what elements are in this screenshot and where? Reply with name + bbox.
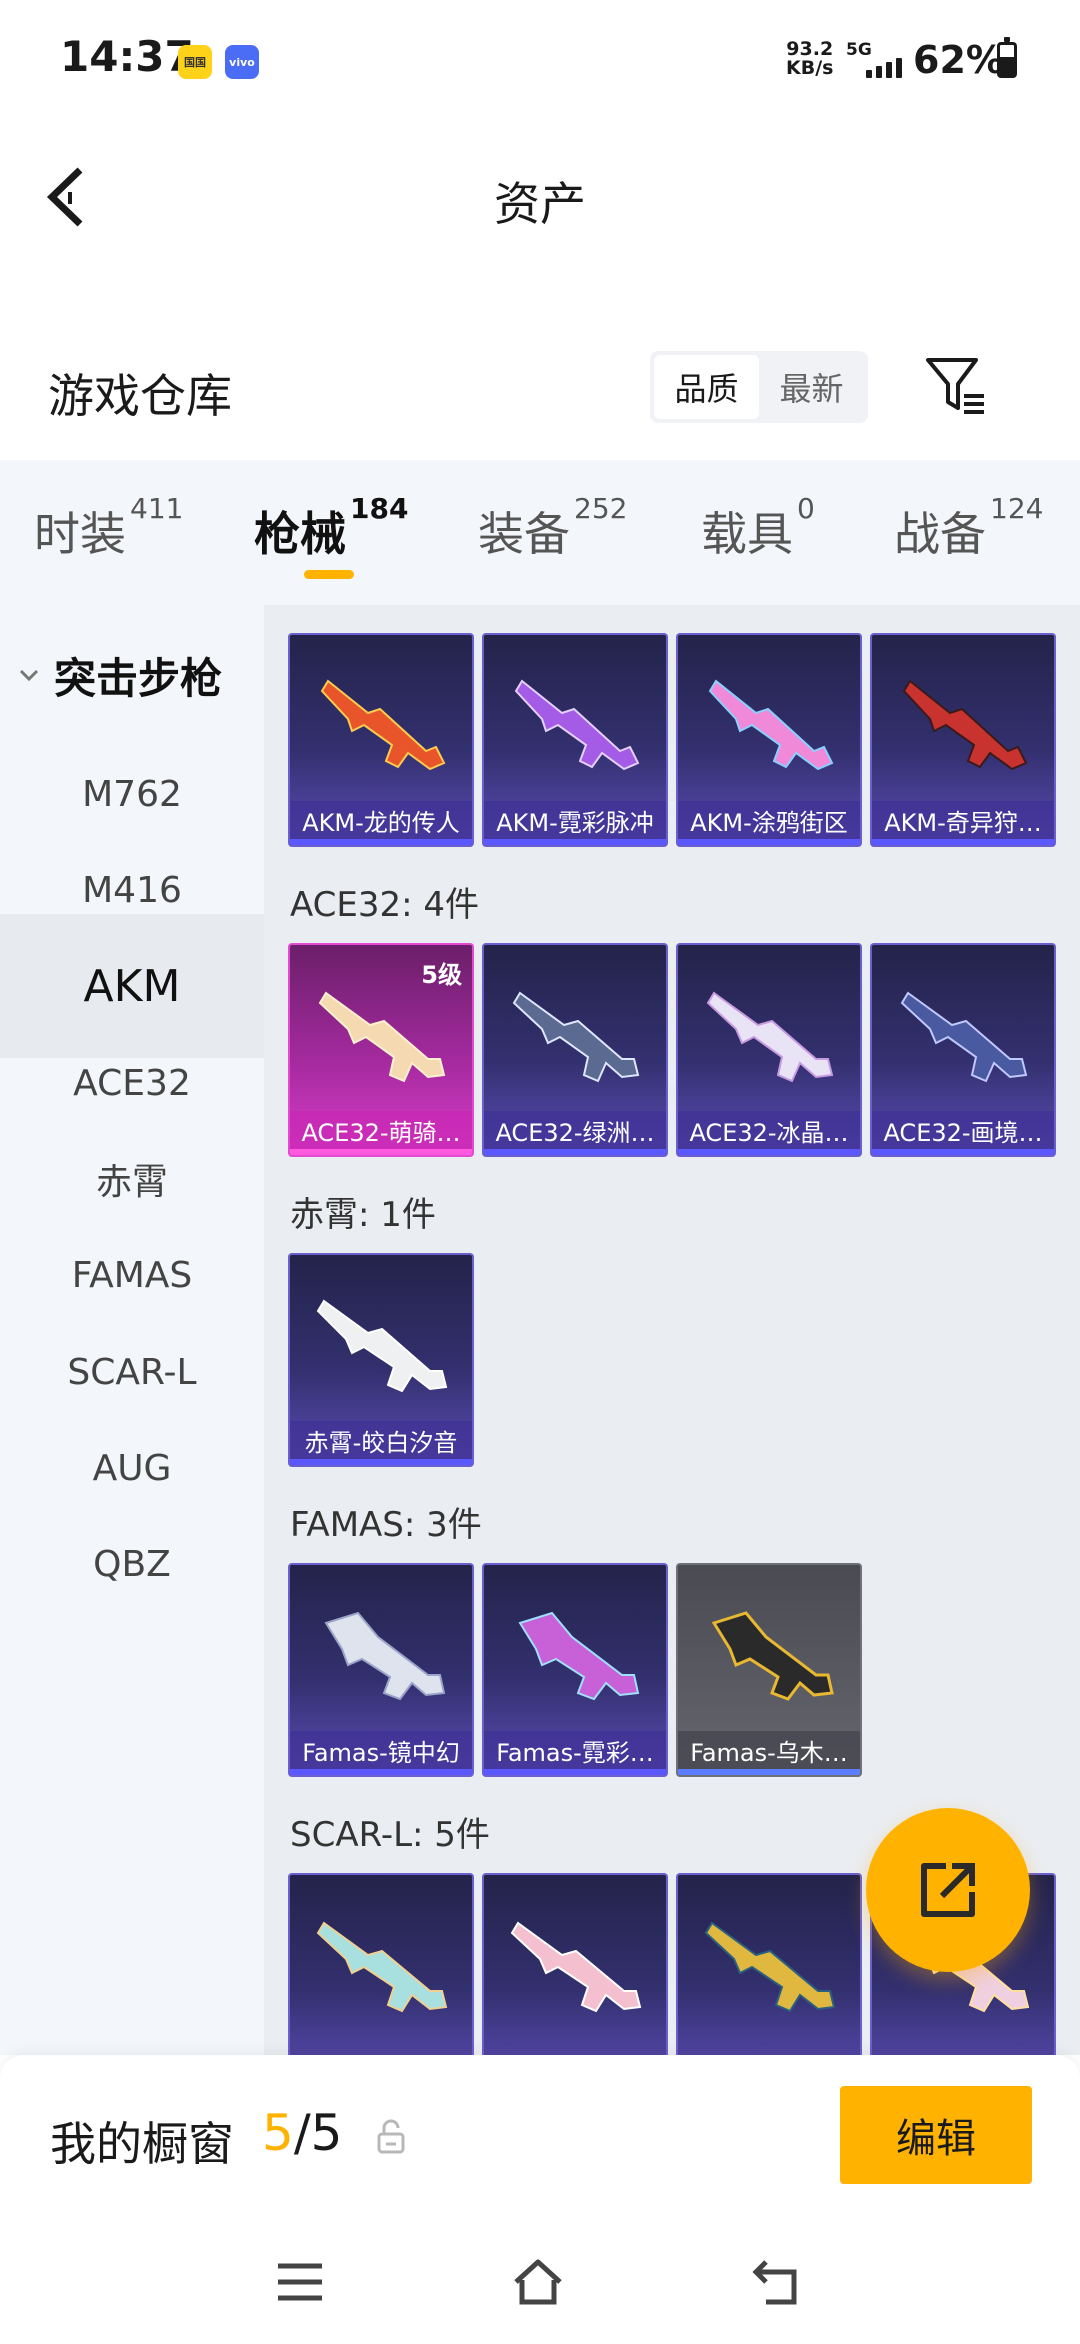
home-icon[interactable] [512,2256,564,2308]
tab-supplies[interactable]: 战备 124 [894,492,1043,564]
sidebar-item-qbz[interactable]: QBZ [0,1492,264,1636]
tab-label: 载具 [701,507,793,561]
rifle-icon [518,1611,640,1701]
warehouse-title: 游戏仓库 [48,369,232,423]
rifle-icon [512,991,640,1083]
rifle-icon [316,1921,448,2013]
vivo-app-icon: vivo [225,45,259,79]
tab-firearms[interactable]: 枪械 184 [254,492,408,564]
sidebar-category-label: 突击步枪 [54,653,223,703]
tab-active-indicator [304,570,354,579]
rifle-icon [706,991,834,1083]
network-type: 5G [846,40,872,60]
group-label-chixiao: 赤霄: 1件 [290,1195,436,1235]
sort-option-newest[interactable]: 最新 [759,355,864,419]
rifle-icon [320,679,446,771]
battery-icon [997,37,1017,78]
status-time: 14:37 [60,32,194,81]
weapon-card[interactable]: Famas-乌木… [676,1563,862,1777]
weapon-card[interactable]: ACE32-画境… [870,943,1056,1157]
weapon-card[interactable]: ACE32-冰晶… [676,943,862,1157]
sort-toggle: 品质 最新 [650,351,868,423]
weapon-card[interactable] [676,1873,862,2055]
tab-count: 252 [574,492,628,525]
weapon-card-name: ACE32-冰晶… [678,1111,860,1155]
rifle-icon [514,679,640,771]
sidebar-category-assault-rifles[interactable]: 突击步枪 [18,635,222,715]
weapon-card[interactable]: ACE32-绿洲… [482,943,668,1157]
weapon-card[interactable]: AKM-龙的传人 [288,633,474,847]
tab-vehicles[interactable]: 载具 0 [701,492,815,564]
showcase-count: 5/5 [262,2104,342,2162]
tab-label: 战备 [894,507,986,561]
showcase-count-current: 5 [262,2104,294,2162]
weapon-card-name: ACE32-绿洲… [484,1111,666,1155]
tab-count: 411 [130,492,184,525]
weapon-card-name: Famas-霓彩… [484,1731,666,1775]
edit-button[interactable]: 编辑 [840,2086,1032,2184]
weapon-card[interactable]: 5级 ACE32-萌骑… [288,943,474,1157]
showcase-label: 我的橱窗 [50,2117,234,2171]
tab-label: 装备 [478,507,570,561]
weapon-card-name: 赤霄-皎白汐音 [290,1421,472,1465]
sort-option-quality[interactable]: 品质 [654,355,759,419]
menu-icon[interactable] [274,2256,326,2308]
weapon-card[interactable] [288,1873,474,2055]
back-nav-icon[interactable] [752,2256,804,2308]
weapon-card-name: ACE32-画境… [872,1111,1054,1155]
tab-fashion[interactable]: 时装 411 [34,492,183,564]
page-title: 资产 [494,177,586,231]
tab-label: 枪械 [254,507,346,561]
share-button[interactable] [866,1808,1030,1972]
tab-count: 124 [990,492,1044,525]
weapon-card[interactable]: AKM-奇异狩… [870,633,1056,847]
share-icon [921,1863,975,1917]
weapon-card[interactable]: Famas-镜中幻 [288,1563,474,1777]
battery-percent: 62% [913,38,1004,82]
status-bar: 14:37 国国 vivo 93.2 KB/s 5G 62% [0,0,1080,120]
weapon-card[interactable] [482,1873,668,2055]
rifle-icon [324,1611,446,1701]
weapon-card[interactable]: AKM-涂鸦街区 [676,633,862,847]
notification-app-icon: 国国 [178,45,212,79]
rifle-icon [704,1921,836,2013]
rifle-icon [900,991,1028,1083]
rifle-icon [318,991,446,1083]
weapon-card[interactable]: AKM-霓彩脉冲 [482,633,668,847]
chevron-down-icon [19,669,39,682]
weapon-card-name: Famas-镜中幻 [290,1731,472,1775]
weapon-card[interactable]: 赤霄-皎白汐音 [288,1253,474,1467]
weapon-card-name: AKM-涂鸦街区 [678,801,860,845]
network-speed-unit: KB/s [786,57,834,79]
group-label-scar-l: SCAR-L: 5件 [290,1815,490,1855]
weapon-sidebar: 突击步枪 M762 M416 AKM ACE32 赤霄 FAMAS SCAR-L… [0,605,264,2055]
lock-icon [377,2119,405,2154]
tab-count: 184 [350,492,409,525]
rifle-icon [708,679,834,771]
tab-equipment[interactable]: 装备 252 [478,492,627,564]
group-label-ace32: ACE32: 4件 [290,885,480,925]
rifle-icon [902,679,1028,771]
network-speed: 93.2 KB/s [786,40,833,78]
weapon-card[interactable]: Famas-霓彩… [482,1563,668,1777]
filter-icon[interactable] [922,352,988,418]
weapon-card-name: Famas-乌木… [678,1731,860,1775]
weapon-card-name: AKM-龙的传人 [290,801,472,845]
group-label-famas: FAMAS: 3件 [290,1505,482,1545]
tab-count: 0 [797,492,815,525]
weapon-card-name: AKM-奇异狩… [872,801,1054,845]
tab-label: 时装 [34,507,126,561]
weapon-card-name: AKM-霓彩脉冲 [484,801,666,845]
weapon-card-name: ACE32-萌骑… [290,1111,472,1155]
rifle-icon [711,1611,834,1701]
rifle-icon [316,1299,448,1393]
showcase-count-total: /5 [293,2104,343,2162]
signal-icon [866,58,902,78]
rifle-icon [510,1921,642,2013]
